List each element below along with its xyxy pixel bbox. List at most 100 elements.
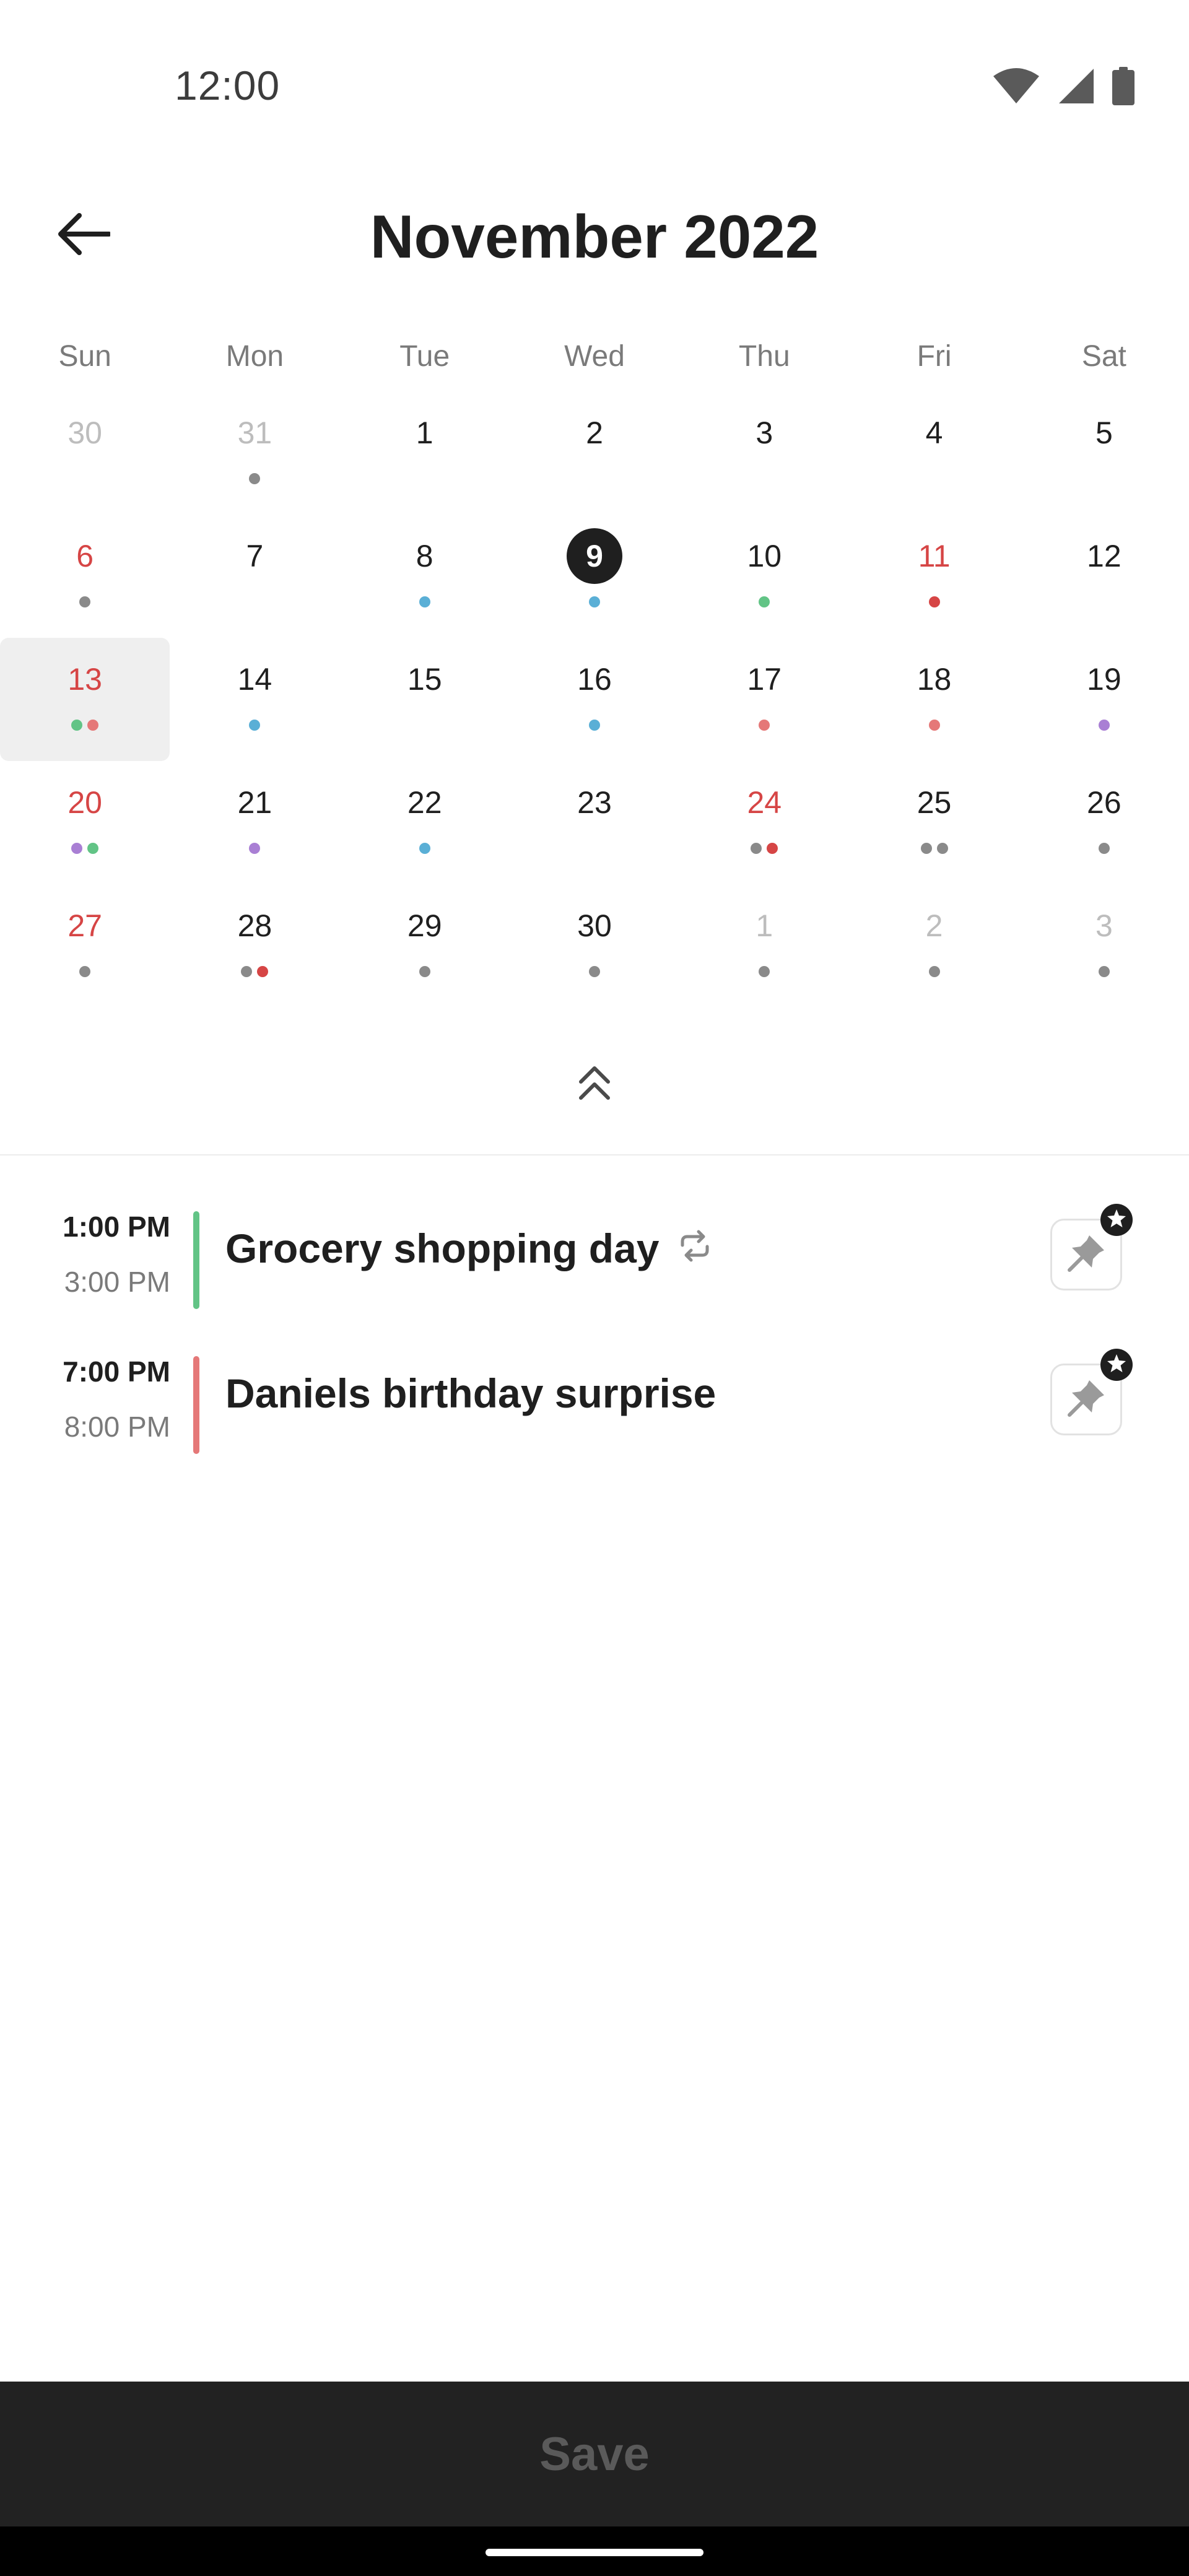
calendar-day[interactable]: 5 — [1019, 391, 1189, 515]
calendar-day[interactable]: 8 — [340, 515, 510, 638]
calendar-day-label: 10 — [747, 539, 782, 573]
calendar-day-label: 11 — [918, 539, 951, 573]
calendar-day[interactable]: 19 — [1019, 638, 1189, 761]
calendar-day[interactable]: 27 — [0, 884, 170, 1007]
calendar-day[interactable]: 26 — [1019, 761, 1189, 884]
home-indicator[interactable] — [486, 2549, 703, 2556]
calendar-day[interactable]: 23 — [510, 761, 679, 884]
event-row[interactable]: 1:00 PM 3:00 PM Grocery shopping day — [0, 1204, 1189, 1315]
calendar-day-number: 2 — [849, 898, 1019, 954]
calendar-day-number: 23 — [510, 775, 679, 830]
event-dot — [249, 473, 261, 484]
calendar-day-label: 6 — [76, 539, 94, 573]
calendar-day[interactable]: 14 — [170, 638, 339, 761]
calendar-day[interactable]: 4 — [849, 391, 1019, 515]
event-title: Grocery shopping day — [225, 1225, 660, 1271]
calendar-day[interactable]: 12 — [1019, 515, 1189, 638]
star-badge — [1100, 1204, 1133, 1236]
event-dot — [79, 596, 91, 607]
calendar-day-number: 3 — [679, 405, 849, 461]
event-color-bar — [193, 1356, 199, 1454]
event-dots — [679, 596, 849, 607]
calendar-day-label: 5 — [1095, 416, 1113, 450]
event-dots — [679, 966, 849, 977]
event-dot — [249, 843, 261, 854]
calendar-day[interactable]: 2 — [849, 884, 1019, 1007]
calendar-day[interactable]: 22 — [340, 761, 510, 884]
calendar-day[interactable]: 11 — [849, 515, 1019, 638]
event-dot — [1098, 966, 1110, 977]
weekday-label: Wed — [564, 340, 625, 373]
calendar-day[interactable]: 17 — [679, 638, 849, 761]
calendar-day-number: 31 — [170, 405, 339, 461]
calendar-day[interactable]: 1 — [340, 391, 510, 515]
calendar-day-label: 27 — [68, 908, 102, 943]
calendar-day[interactable]: 7 — [170, 515, 339, 638]
calendar-day[interactable]: 30 — [0, 391, 170, 515]
calendar-day-label: 25 — [917, 785, 952, 820]
repeat-icon — [676, 1225, 713, 1272]
calendar-day[interactable]: 24 — [679, 761, 849, 884]
calendar-day-number: 18 — [849, 651, 1019, 707]
battery-icon — [1112, 67, 1135, 105]
status-time: 12:00 — [175, 63, 281, 108]
calendar-day-number: 10 — [679, 528, 849, 584]
calendar-day[interactable]: 10 — [679, 515, 849, 638]
event-dot — [588, 596, 600, 607]
weekday-row: Sun Mon Tue Wed Thu Fri Sat — [0, 339, 1189, 383]
calendar-day[interactable]: 3 — [679, 391, 849, 515]
calendar-day-number: 26 — [1019, 775, 1189, 830]
calendar-day-number: 16 — [510, 651, 679, 707]
calendar-day[interactable]: 9 — [510, 515, 679, 638]
weekday-label: Thu — [738, 340, 790, 373]
calendar-day[interactable]: 30 — [510, 884, 679, 1007]
divider — [0, 1154, 1189, 1155]
calendar-day-label: 17 — [747, 662, 782, 697]
event-start-time: 7:00 PM — [63, 1355, 170, 1388]
calendar-day-label: 14 — [237, 662, 272, 697]
calendar-day-label: 1 — [416, 416, 433, 450]
calendar-day-label: 8 — [416, 539, 433, 573]
calendar-day[interactable]: 6 — [0, 515, 170, 638]
event-row[interactable]: 7:00 PM 8:00 PM Daniels birthday surpris… — [0, 1349, 1189, 1460]
event-dots — [1019, 720, 1189, 731]
calendar-day[interactable]: 3 — [1019, 884, 1189, 1007]
event-dot — [241, 966, 253, 977]
calendar-day-label: 28 — [237, 908, 272, 943]
calendar-day-number: 5 — [1019, 405, 1189, 461]
calendar-day[interactable]: 25 — [849, 761, 1019, 884]
status-icons — [992, 67, 1135, 105]
calendar-day[interactable]: 31 — [170, 391, 339, 515]
save-button[interactable]: Save — [0, 2382, 1189, 2526]
pin-icon — [1065, 1232, 1108, 1278]
calendar-day[interactable]: 29 — [340, 884, 510, 1007]
calendar-day-label: 31 — [237, 416, 272, 450]
calendar-day-label: 19 — [1087, 662, 1121, 697]
calendar-day[interactable]: 1 — [679, 884, 849, 1007]
calendar-day-number: 17 — [679, 651, 849, 707]
calendar-day-number: 24 — [679, 775, 849, 830]
calendar-day-label: 9 — [566, 528, 622, 584]
calendar-day[interactable]: 2 — [510, 391, 679, 515]
calendar-day-label: 15 — [407, 662, 442, 697]
calendar-day-label: 21 — [237, 785, 272, 820]
calendar-day-label: 2 — [586, 416, 603, 450]
calendar-day[interactable]: 20 — [0, 761, 170, 884]
calendar-day[interactable]: 13 — [0, 638, 170, 761]
calendar-day-label: 2 — [925, 908, 943, 943]
calendar-day-number: 7 — [170, 528, 339, 584]
collapse-calendar-button[interactable] — [564, 1053, 625, 1115]
calendar-day[interactable]: 16 — [510, 638, 679, 761]
event-dot — [1098, 843, 1110, 854]
calendar-day-number: 20 — [0, 775, 170, 830]
calendar-day[interactable]: 21 — [170, 761, 339, 884]
calendar-day[interactable]: 15 — [340, 638, 510, 761]
event-dots — [679, 720, 849, 731]
calendar-day[interactable]: 18 — [849, 638, 1019, 761]
calendar-day[interactable]: 28 — [170, 884, 339, 1007]
event-title-wrap: Grocery shopping day — [225, 1225, 713, 1272]
weekday-label: Mon — [225, 340, 284, 373]
event-dots — [1019, 843, 1189, 854]
event-dots — [510, 596, 679, 607]
event-dot — [767, 843, 778, 854]
